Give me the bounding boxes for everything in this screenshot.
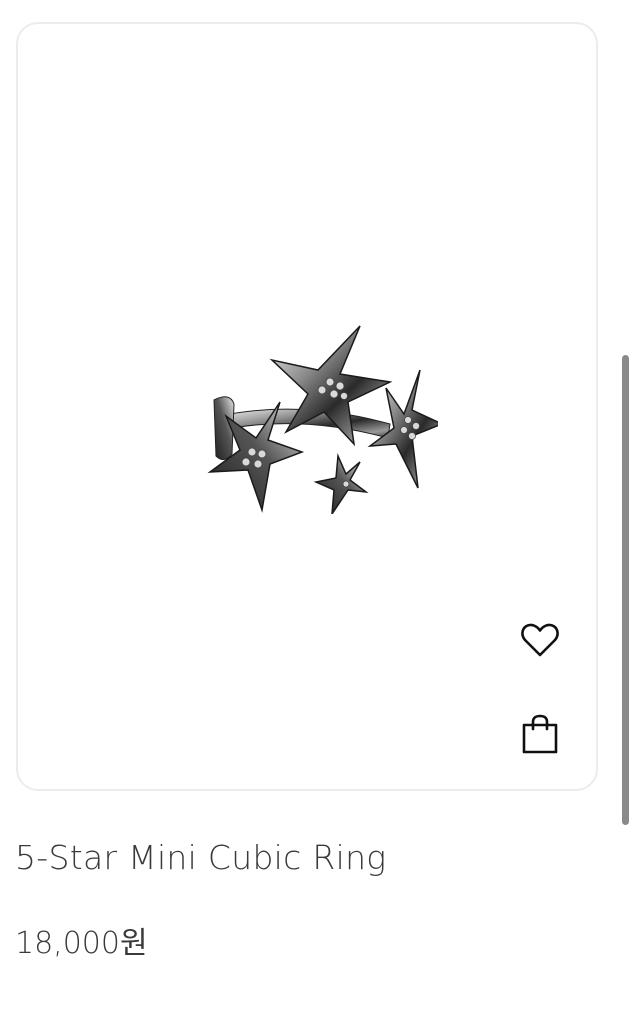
product-image[interactable] (190, 304, 438, 514)
heart-icon (521, 623, 559, 657)
product-price: 18,000원 (15, 926, 148, 961)
product-name[interactable]: 5-Star Mini Cubic Ring (15, 838, 386, 877)
shopping-bag-icon (522, 714, 558, 754)
add-to-cart-button[interactable] (518, 712, 562, 756)
scrollbar-thumb[interactable] (622, 355, 629, 825)
product-card[interactable] (16, 22, 598, 791)
wishlist-button[interactable] (518, 618, 562, 662)
